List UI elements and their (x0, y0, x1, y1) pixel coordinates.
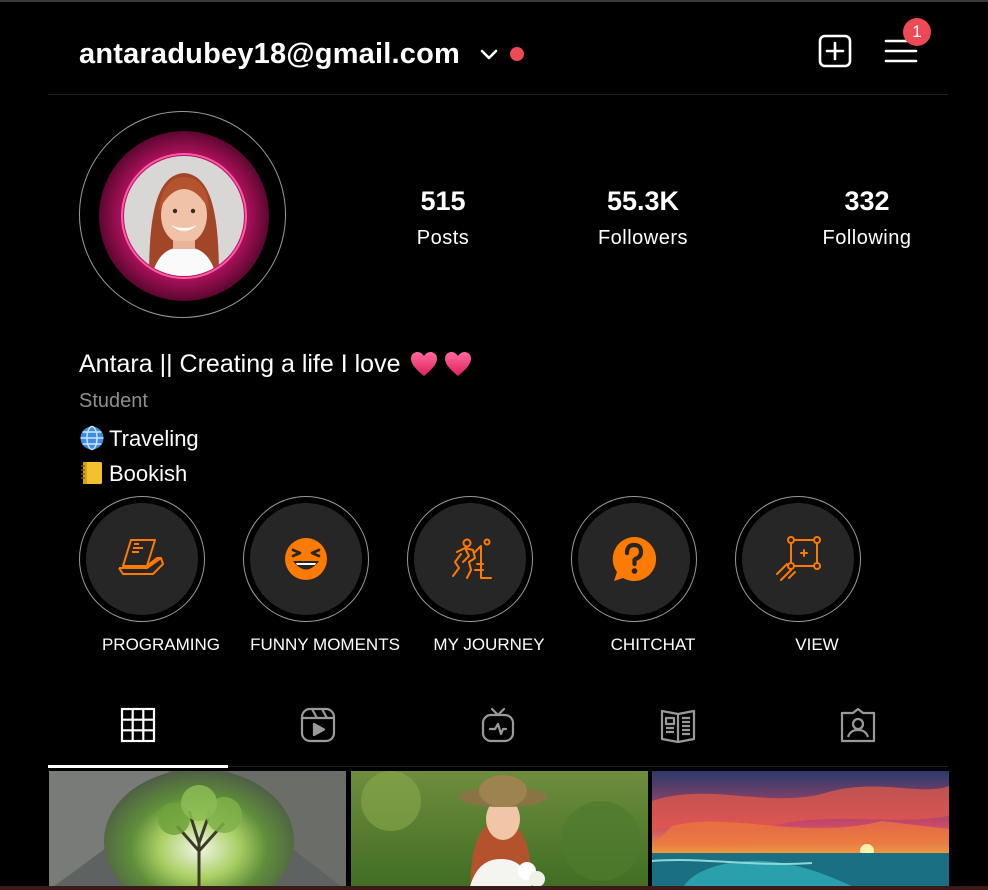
bio-line-traveling: Traveling (79, 425, 199, 452)
tab-posts[interactable] (48, 698, 228, 768)
heart-icon (445, 352, 472, 376)
bio-name-text: Antara || Creating a life I love (79, 350, 401, 378)
highlight-label[interactable]: PROGRAMING (79, 635, 243, 655)
followers-label: Followers (597, 227, 689, 249)
bio-name: Antara || Creating a life I love (79, 350, 478, 379)
unread-dot (510, 47, 524, 61)
bio-category: Student (79, 390, 148, 412)
followers-count: 55.3K (606, 186, 680, 216)
posts-label: Posts (416, 227, 470, 249)
tv-icon (481, 707, 515, 743)
highlight-label[interactable]: MY JOURNEY (407, 635, 571, 655)
post-thumbnail[interactable] (652, 771, 949, 890)
post-thumbnail[interactable] (351, 771, 648, 890)
post-image-woman-field (351, 771, 648, 890)
question-bubble-icon (612, 536, 657, 581)
heart-icon (411, 352, 438, 376)
new-post-icon[interactable] (818, 34, 852, 68)
notification-badge: 1 (903, 18, 931, 46)
highlight-chitchat[interactable] (571, 496, 699, 624)
tab-guides[interactable] (588, 698, 768, 766)
bio-line-bookish: Bookish (79, 460, 187, 487)
bio-line-text: Traveling (109, 426, 199, 451)
highlight-funny-moments[interactable] (243, 496, 371, 624)
tab-reels[interactable] (228, 698, 408, 766)
laptop-icon (118, 539, 164, 575)
highlight-programing[interactable] (79, 496, 207, 624)
reels-icon (300, 707, 336, 743)
globe-icon (80, 425, 104, 451)
chevron-down-icon[interactable] (478, 44, 500, 66)
posts-count: 515 (420, 186, 466, 216)
window-bottom-border (0, 886, 988, 890)
post-image-sunset-sea (652, 771, 949, 890)
highlight-label[interactable]: FUNNY MOMENTS (243, 635, 407, 655)
highlight-view[interactable] (735, 496, 863, 624)
post-thumbnail[interactable] (49, 771, 346, 890)
followers-stat[interactable]: 55.3K Followers (573, 186, 713, 250)
following-label: Following (822, 227, 912, 249)
profile-tabs (48, 698, 948, 768)
following-stat[interactable]: 332 Following (797, 186, 937, 250)
tagged-icon (840, 707, 876, 743)
highlight-my-journey[interactable] (407, 496, 535, 624)
notebook-icon (81, 462, 102, 484)
tab-igtv[interactable] (408, 698, 588, 766)
highlight-label[interactable]: VIEW (735, 635, 899, 655)
posts-stat[interactable]: 515 Posts (393, 186, 493, 250)
profile-header: antaradubey18@gmail.com 1 (48, 0, 948, 95)
username-switcher[interactable]: antaradubey18@gmail.com (79, 38, 460, 71)
post-image-tunnel-tree (49, 771, 346, 890)
laughing-face-icon (285, 538, 327, 580)
following-count: 332 (844, 186, 890, 216)
guides-icon (660, 709, 696, 743)
bio-line-text: Bookish (109, 461, 188, 486)
avatar[interactable] (121, 153, 247, 279)
climber-icon (452, 538, 492, 579)
tab-tagged[interactable] (768, 698, 948, 766)
frame-icon (776, 536, 821, 581)
highlight-label[interactable]: CHITCHAT (571, 635, 735, 655)
grid-icon (120, 707, 156, 743)
